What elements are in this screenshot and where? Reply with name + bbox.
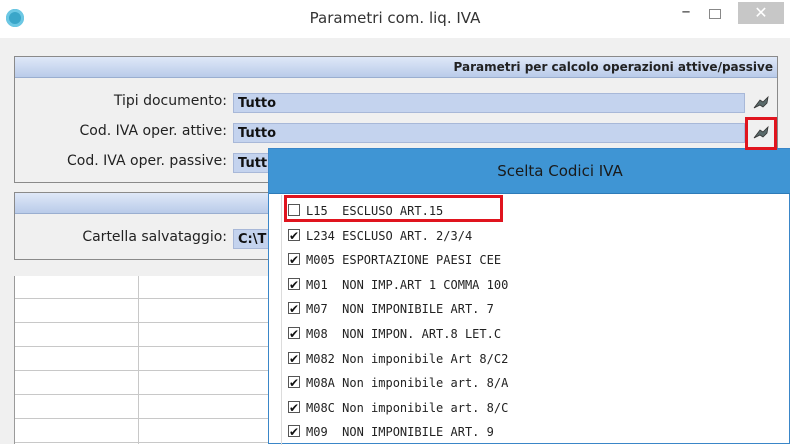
highlight-box [284, 195, 503, 222]
grid-row-line [15, 394, 277, 395]
cod-iva-attive-field[interactable]: Tutto [233, 123, 745, 143]
window-title: Parametri com. liq. IVA [309, 9, 481, 27]
data-grid [14, 276, 277, 444]
checkbox-checked[interactable] [288, 250, 300, 270]
tipi-documento-field[interactable]: Tutto [233, 93, 745, 113]
list-item-label: M005 ESPORTAZIONE PAESI CEE [306, 253, 502, 268]
grid-row-line [15, 298, 277, 299]
tipi-documento-label: Tipi documento: [113, 93, 227, 109]
title-bar: Parametri com. liq. IVA – ✕ [0, 0, 790, 38]
list-item-label: M082 Non imponibile Art 8/C2 [306, 351, 509, 366]
panel-header: Parametri per calcolo operazioni attive/… [15, 57, 777, 78]
list-item[interactable]: M005 ESPORTAZIONE PAESI CEE [288, 250, 768, 270]
list-item[interactable]: M08C Non imponibile art. 8/C [288, 398, 768, 418]
panel-header-text: Parametri per calcolo operazioni attive/… [453, 60, 773, 74]
list-item-label: M08 NON IMPON. ART.8 LET.C [306, 327, 502, 341]
list-item[interactable]: M07 NON IMPONIBILE ART. 7 [288, 299, 768, 319]
zoom-icon[interactable] [751, 94, 771, 112]
codici-iva-dialog: Scelta Codici IVA L15 ESCLUSO ART.15L234… [268, 148, 790, 445]
minimize-button[interactable]: – [676, 3, 696, 24]
list-item-label: M01 NON IMP.ART 1 COMMA 100 [306, 277, 509, 292]
maximize-button[interactable] [709, 9, 721, 19]
list-item[interactable]: M08A Non imponibile art. 8/A [288, 373, 768, 393]
grid-row-line [15, 346, 277, 347]
grid-row-line [15, 442, 277, 443]
checkbox-checked[interactable] [288, 373, 300, 393]
list-item-label: M09 NON IMPONIBILE ART. 9 [306, 425, 494, 440]
list-item-label: M08A Non imponibile art. 8/A [306, 376, 509, 391]
grid-row-line [15, 322, 277, 323]
dialog-title-bar: Scelta Codici IVA [269, 149, 790, 194]
list-item-label: M08C Non imponibile art. 8/C [306, 400, 509, 415]
cartella-label: Cartella salvataggio: [82, 229, 227, 245]
cod-iva-attive-label: Cod. IVA oper. attive: [79, 123, 227, 139]
checkbox-checked[interactable] [288, 275, 300, 295]
codici-iva-list: L15 ESCLUSO ART.15L234 ESCLUSO ART. 2/3/… [281, 195, 787, 445]
list-item[interactable]: M09 NON IMPONIBILE ART. 9 [288, 422, 768, 442]
cod-iva-passive-label: Cod. IVA oper. passive: [67, 153, 227, 169]
dialog-title: Scelta Codici IVA [497, 162, 623, 180]
list-item-label: M07 NON IMPONIBILE ART. 7 [306, 302, 494, 317]
list-item[interactable]: M01 NON IMP.ART 1 COMMA 100 [288, 275, 768, 295]
list-item[interactable]: M08 NON IMPON. ART.8 LET.C [288, 324, 768, 344]
highlight-box [745, 117, 777, 150]
checkbox-checked[interactable] [288, 226, 300, 246]
close-button[interactable]: ✕ [738, 2, 784, 24]
list-item-label: L234 ESCLUSO ART. 2/3/4 [306, 228, 473, 243]
checkbox-checked[interactable] [288, 398, 300, 418]
list-item[interactable]: L234 ESCLUSO ART. 2/3/4 [288, 226, 768, 246]
checkbox-checked[interactable] [288, 324, 300, 344]
checkbox-checked[interactable] [288, 299, 300, 319]
checkbox-checked[interactable] [288, 349, 300, 369]
grid-row-line [15, 370, 277, 371]
list-item[interactable]: M082 Non imponibile Art 8/C2 [288, 349, 768, 369]
grid-row-line [15, 418, 277, 419]
checkbox-checked[interactable] [288, 422, 300, 442]
